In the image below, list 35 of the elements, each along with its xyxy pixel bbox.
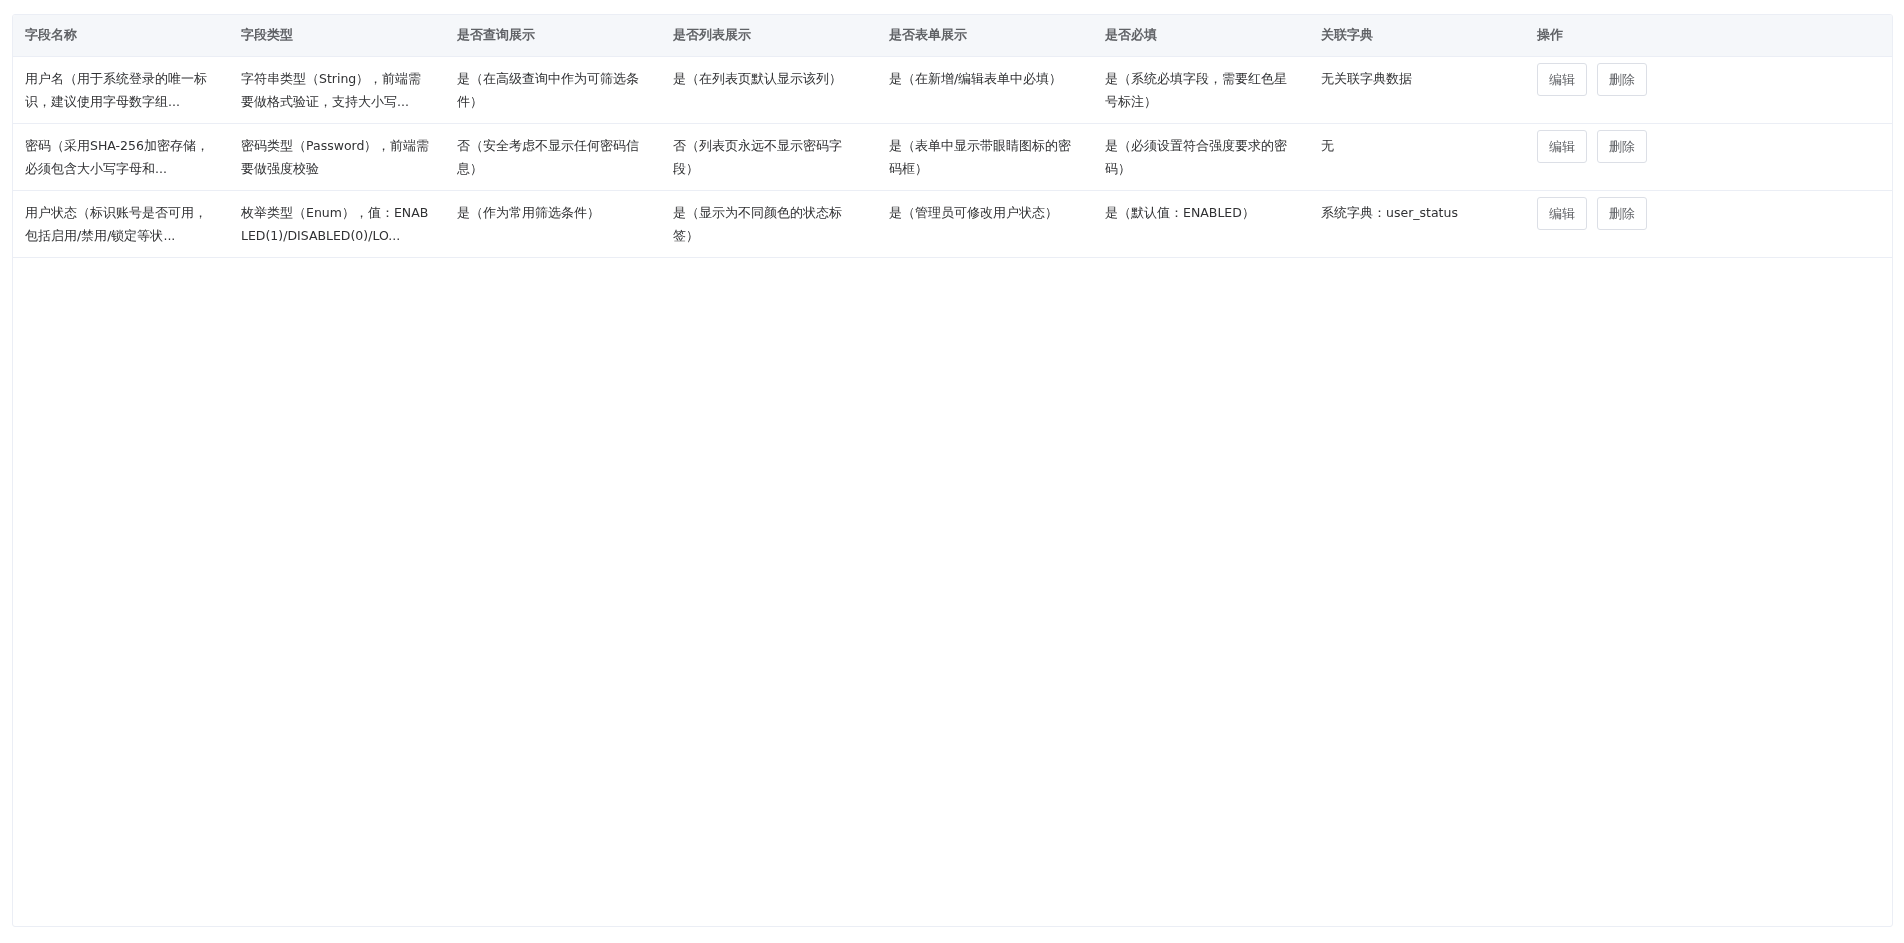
table-cell-text: 是（在列表页默认显示该列） [673,69,843,88]
table-cell-text: 是（默认值：ENABLED） [1105,203,1256,222]
table-cell-text: 是（管理员可修改用户状态） [889,203,1059,222]
table-cell-text: 是（系统必填字段，需要红色星号标注） [1105,69,1288,111]
table-cell-text: 用户名（用于系统登录的唯一标识，建议使用字母数字组... [25,69,208,111]
column-header: 是否列表展示 [673,26,751,42]
edit-button[interactable]: 编辑 [1537,62,1587,96]
table-cell-text: 是（在高级查询中作为可筛选条件） [457,69,640,111]
table-cell-text: 否（安全考虑不显示任何密码信息） [457,136,640,178]
column-header: 是否表单展示 [889,26,967,42]
column-header: 字段类型 [241,26,293,42]
table-cell-text: 枚举类型（Enum），值：ENABLED(1)/DISABLED(0)/LO... [241,203,430,245]
table-cell-text: 密码（采用SHA-256加密存储，必须包含大小写字母和... [25,136,210,178]
table-cell-text: 是（作为常用筛选条件） [457,203,601,222]
table-cell-text: 系统字典：user_status [1321,203,1459,222]
table-cell-text: 字符串类型（String），前端需要做格式验证，支持大小写... [241,69,423,111]
column-header: 是否必填 [1105,26,1157,42]
table-cell-text: 密码类型（Password），前端需要做强度校验 [241,136,431,178]
delete-button[interactable]: 删除 [1597,62,1647,96]
table-cell-text: 无关联字典数据 [1321,69,1413,88]
table-cell-text: 无 [1321,136,1335,155]
delete-button[interactable]: 删除 [1597,196,1647,230]
table-cell-text: 是（表单中显示带眼睛图标的密码框） [889,136,1072,178]
table-cell-text: 是（显示为不同颜色的状态标签） [673,203,843,245]
delete-button[interactable]: 删除 [1597,129,1647,163]
edit-button[interactable]: 编辑 [1537,196,1587,230]
column-header: 关联字典 [1321,26,1373,42]
table-cell-text: 否（列表页永远不显示密码字段） [673,136,843,178]
table-cell-text: 是（必须设置符合强度要求的密码） [1105,136,1288,178]
table-cell-text: 用户状态（标识账号是否可用，包括启用/禁用/锁定等状... [25,203,208,245]
column-header: 操作 [1537,26,1563,42]
column-header: 字段名称 [25,26,77,42]
table-cell-text: 是（在新增/编辑表单中必填） [889,69,1064,88]
edit-button[interactable]: 编辑 [1537,129,1587,163]
column-header: 是否查询展示 [457,26,535,42]
